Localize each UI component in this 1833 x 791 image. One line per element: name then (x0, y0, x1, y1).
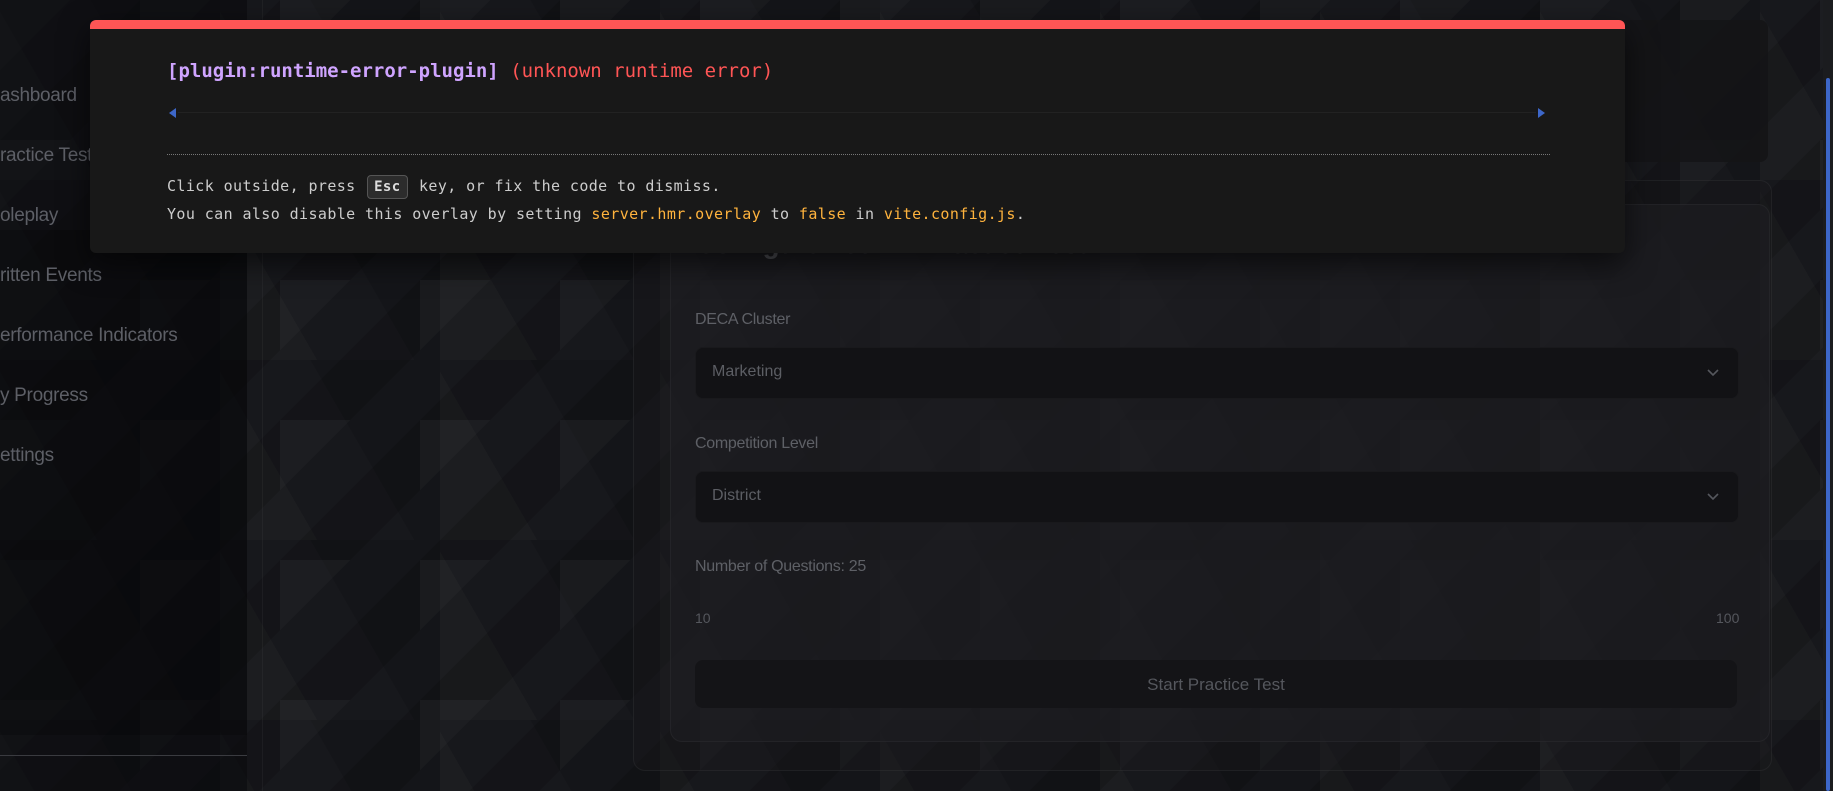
tip-text: in (855, 205, 875, 223)
chevron-down-icon (1707, 369, 1719, 377)
cluster-select-value: Marketing (712, 363, 783, 380)
sidebar-divider (0, 755, 247, 756)
sidebar-item-my-progress[interactable]: y Progress (0, 385, 88, 407)
overlay-tip-dismiss: Click outside, press Esc key, or fix the… (167, 175, 721, 199)
sidebar-item-written-events[interactable]: ritten Events (0, 265, 102, 287)
sidebar-item-practice-test[interactable]: ractice Test (0, 145, 92, 167)
sidebar-item-settings[interactable]: ettings (0, 445, 54, 467)
start-practice-test-button[interactable]: Start Practice Test (695, 660, 1737, 708)
tip-text: Click outside, press (167, 177, 356, 195)
sidebar-item-dashboard[interactable]: ashboard (0, 85, 77, 107)
error-scroll-track (178, 112, 1536, 113)
level-label: Competition Level (695, 435, 818, 452)
tip-text: You can also disable this overlay by set… (167, 205, 582, 223)
chevron-down-icon (1707, 493, 1719, 501)
config-key-code: server.hmr.overlay (591, 205, 762, 223)
scrollbar-thumb[interactable] (1826, 78, 1830, 791)
cluster-select[interactable]: Marketing (695, 347, 1739, 399)
level-select[interactable]: District (695, 471, 1739, 523)
range-max-label: 100 (1716, 610, 1740, 626)
error-plugin-name: [plugin:runtime-error-plugin] (167, 60, 499, 82)
page-scrollbar[interactable] (1823, 0, 1833, 791)
config-file-code: vite.config.js (883, 205, 1016, 223)
config-value-code: false (798, 205, 847, 223)
level-select-value: District (712, 487, 761, 504)
sidebar-panel (0, 230, 247, 735)
overlay-divider (167, 154, 1550, 155)
scroll-left-icon[interactable] (169, 108, 176, 118)
error-title: [plugin:runtime-error-plugin] (unknown r… (167, 60, 773, 82)
tip-text: to (770, 205, 790, 223)
range-min-label: 10 (695, 610, 711, 626)
start-button-label: Start Practice Test (1147, 675, 1285, 694)
sidebar-item-roleplay[interactable]: oleplay (0, 205, 58, 227)
tip-text: . (1015, 205, 1026, 223)
sidebar-item-performance-indicators[interactable]: erformance Indicators (0, 325, 178, 347)
overlay-tip-disable: You can also disable this overlay by set… (167, 205, 1025, 223)
esc-key: Esc (367, 175, 408, 199)
scroll-right-icon[interactable] (1538, 108, 1545, 118)
error-overlay[interactable]: [plugin:runtime-error-plugin] (unknown r… (90, 20, 1625, 253)
error-message: (unknown runtime error) (510, 60, 774, 82)
tip-text: key, or fix the code to dismiss. (419, 177, 721, 195)
questions-label: Number of Questions: 25 (695, 558, 866, 575)
cluster-label: DECA Cluster (695, 311, 791, 328)
